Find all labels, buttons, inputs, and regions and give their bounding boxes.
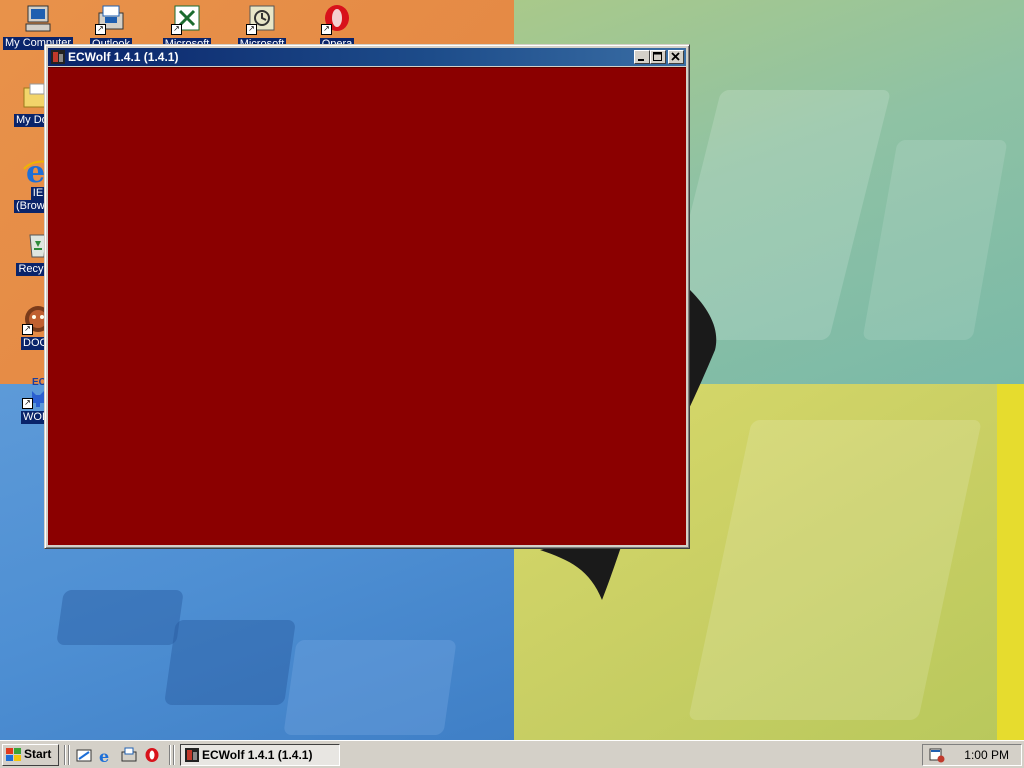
- svg-text:e: e: [99, 747, 109, 763]
- taskbar-separator: [68, 745, 70, 765]
- desktop-icon-opera[interactable]: ↗ Opera: [300, 3, 374, 47]
- maximize-button[interactable]: [650, 50, 666, 64]
- taskbar-separator: [64, 745, 66, 765]
- microsoft-app-icon: ↗: [246, 3, 278, 35]
- taskbar-separator: [169, 745, 171, 765]
- ecwolf-window[interactable]: ECWolf 1.4.1 (1.4.1): [44, 44, 690, 549]
- windows-logo-icon: [6, 748, 21, 761]
- shortcut-arrow-icon: ↗: [22, 398, 33, 409]
- ecwolf-app-icon: [185, 748, 199, 762]
- close-icon: [671, 52, 680, 61]
- clock[interactable]: 1:00 PM: [964, 745, 1009, 765]
- desktop-icon-outlook[interactable]: ↗ Outlook: [74, 3, 148, 47]
- shortcut-arrow-icon: ↗: [95, 24, 106, 35]
- opera-icon[interactable]: [144, 747, 160, 763]
- taskbar-separator: [173, 745, 175, 765]
- shortcut-arrow-icon: ↗: [246, 24, 257, 35]
- window-title: ECWolf 1.4.1 (1.4.1): [68, 50, 179, 64]
- ie-icon[interactable]: e: [98, 747, 114, 763]
- wallpaper-shape: [56, 590, 184, 645]
- minimize-button[interactable]: [634, 50, 650, 64]
- opera-icon: ↗: [321, 3, 353, 35]
- close-button[interactable]: [668, 50, 684, 64]
- desktop-icon-microsoft-project[interactable]: ↗ Microsoft: [225, 3, 299, 47]
- minimize-icon: [638, 59, 644, 61]
- maximize-icon: [653, 52, 662, 61]
- show-desktop-icon[interactable]: [76, 747, 92, 763]
- excel-icon: ↗: [171, 3, 203, 35]
- scheduler-tray-icon[interactable]: [929, 747, 945, 763]
- taskbar-button-label: ECWolf 1.4.1 (1.4.1): [202, 748, 313, 762]
- wallpaper-shape: [164, 620, 296, 705]
- shortcut-arrow-icon: ↗: [171, 24, 182, 35]
- outlook-icon[interactable]: [121, 747, 137, 763]
- system-tray: 1:00 PM: [922, 744, 1022, 766]
- window-titlebar[interactable]: ECWolf 1.4.1 (1.4.1): [48, 48, 686, 66]
- start-button[interactable]: Start: [2, 744, 59, 766]
- shortcut-arrow-icon: ↗: [321, 24, 332, 35]
- taskbar-button-ecwolf[interactable]: ECWolf 1.4.1 (1.4.1): [180, 744, 340, 766]
- wallpaper-shape: [283, 640, 457, 735]
- taskbar: Start e ECWolf 1.4.1 (1.4.1) 1:00 PM: [0, 740, 1024, 768]
- ecwolf-app-icon: [50, 49, 66, 65]
- game-viewport[interactable]: [48, 67, 686, 545]
- shortcut-arrow-icon: ↗: [22, 324, 33, 335]
- computer-icon: [22, 3, 54, 35]
- wallpaper-yellow-strip: [997, 384, 1024, 740]
- svg-text:e: e: [26, 155, 45, 187]
- desktop-icon-microsoft-excel[interactable]: ↗ Microsoft: [150, 3, 224, 47]
- outlook-icon: ↗: [95, 3, 127, 35]
- start-label: Start: [24, 747, 52, 761]
